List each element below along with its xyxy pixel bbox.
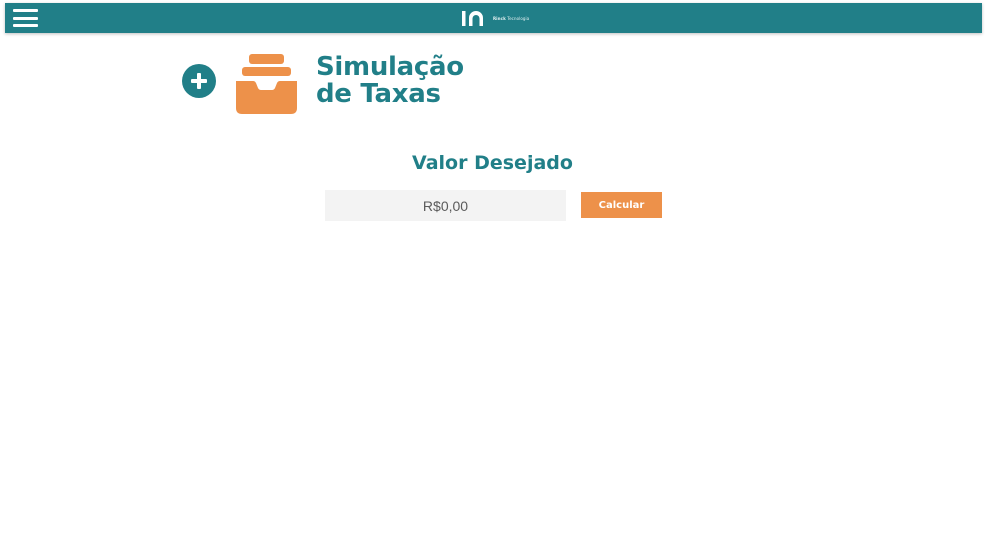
page-title-line2: de Taxas xyxy=(316,79,441,109)
brand-logo[interactable]: Rinck Tecnologia xyxy=(461,10,529,27)
hamburger-menu-icon[interactable] xyxy=(13,9,38,27)
page-title-line1: Simulação xyxy=(316,52,464,82)
calculate-button[interactable]: Calcular xyxy=(581,192,662,218)
plus-circle-icon xyxy=(191,73,207,89)
amount-label: Valor Desejado xyxy=(412,152,573,174)
logo-mark-icon xyxy=(462,11,483,26)
logo-text: Rinck Tecnologia xyxy=(493,16,530,21)
add-button[interactable] xyxy=(182,64,216,98)
inbox-tray-icon xyxy=(236,54,297,114)
page-title: Simulação de Taxas xyxy=(316,54,464,108)
top-navbar: Rinck Tecnologia xyxy=(5,3,982,33)
amount-input[interactable] xyxy=(325,190,566,221)
